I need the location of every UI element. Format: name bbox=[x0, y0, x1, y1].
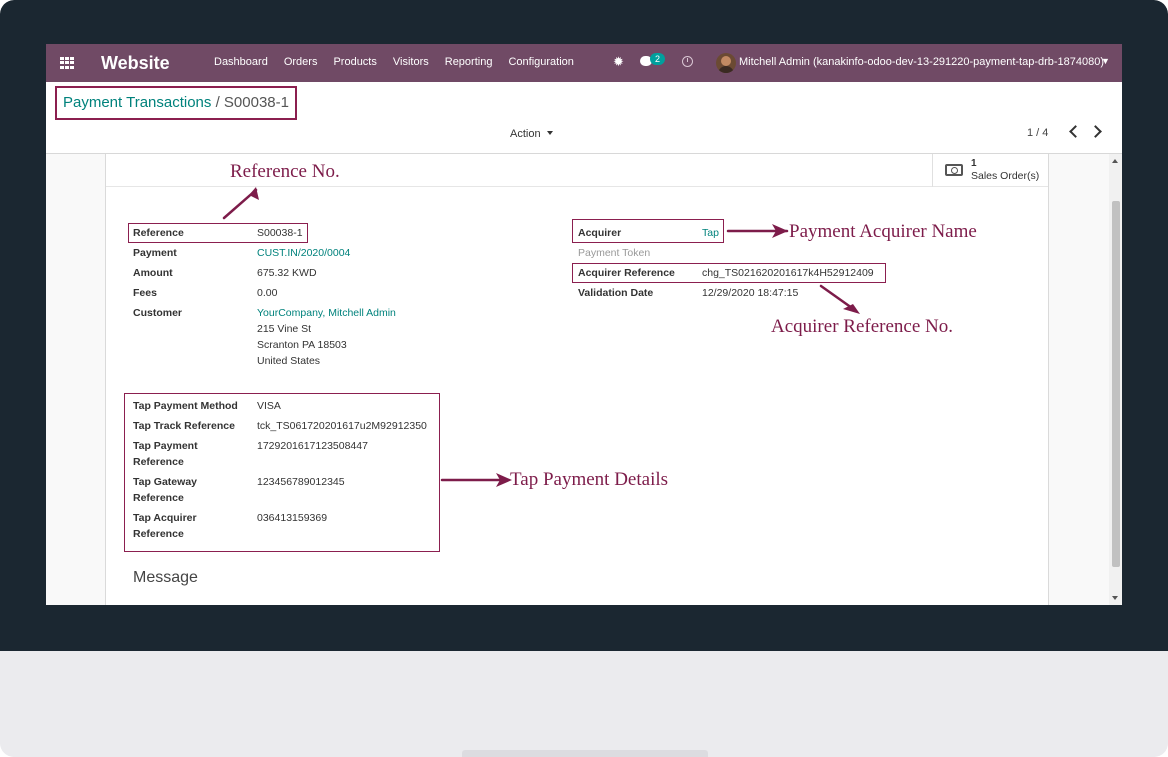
form-content: 1 Sales Order(s) Reference S00038-1 Paym… bbox=[46, 154, 1122, 605]
chevron-left-icon[interactable] bbox=[1069, 125, 1082, 138]
avatar[interactable] bbox=[716, 53, 736, 73]
menu-item-dashboard[interactable]: Dashboard bbox=[214, 56, 268, 68]
chat-badge: 2 bbox=[650, 53, 666, 65]
vertical-scrollbar[interactable] bbox=[1109, 154, 1122, 605]
scroll-up-icon[interactable] bbox=[1112, 159, 1118, 163]
arrow-head-acquirer-reference bbox=[843, 304, 860, 314]
menu-item-reporting[interactable]: Reporting bbox=[445, 56, 493, 68]
top-navbar: Website Dashboard Orders Products Visito… bbox=[46, 44, 1122, 82]
breadcrumb-separator: / bbox=[215, 94, 220, 111]
arrow-head-reference bbox=[249, 187, 259, 200]
menu-item-orders[interactable]: Orders bbox=[284, 56, 318, 68]
chevron-right-icon[interactable] bbox=[1089, 125, 1102, 138]
user-menu[interactable]: Mitchell Admin (kanakinfo-odoo-dev-13-29… bbox=[739, 56, 1104, 68]
screen: Website Dashboard Orders Products Visito… bbox=[46, 44, 1122, 605]
menu-item-configuration[interactable]: Configuration bbox=[508, 56, 573, 68]
debug-bug-icon[interactable]: ✹ bbox=[613, 54, 624, 70]
menu-item-products[interactable]: Products bbox=[333, 56, 376, 68]
monitor-stand bbox=[462, 750, 708, 757]
apps-grid-icon[interactable] bbox=[60, 57, 74, 69]
pager-value[interactable]: 1 / 4 bbox=[1027, 127, 1048, 139]
breadcrumb-current: S00038-1 bbox=[223, 94, 289, 111]
breadcrumb: Payment Transactions / S00038-1 bbox=[55, 86, 297, 120]
app-name[interactable]: Website bbox=[101, 53, 170, 74]
main-menu: Dashboard Orders Products Visitors Repor… bbox=[214, 56, 590, 68]
activity-clock-icon[interactable] bbox=[682, 56, 693, 67]
scroll-down-icon[interactable] bbox=[1112, 596, 1118, 600]
monitor-chin bbox=[0, 651, 1168, 757]
monitor-frame: Website Dashboard Orders Products Visito… bbox=[0, 0, 1168, 757]
annotation-arrows bbox=[222, 187, 860, 487]
caret-down-icon[interactable]: ▼ bbox=[1101, 56, 1110, 66]
arrow-acquirer-reference bbox=[819, 284, 854, 310]
menu-item-visitors[interactable]: Visitors bbox=[393, 56, 429, 68]
control-panel: Payment Transactions / S00038-1 Action 1… bbox=[46, 82, 1122, 154]
scroll-thumb[interactable] bbox=[1112, 201, 1120, 567]
action-dropdown[interactable]: Action bbox=[510, 128, 553, 140]
breadcrumb-parent[interactable]: Payment Transactions bbox=[63, 94, 211, 111]
